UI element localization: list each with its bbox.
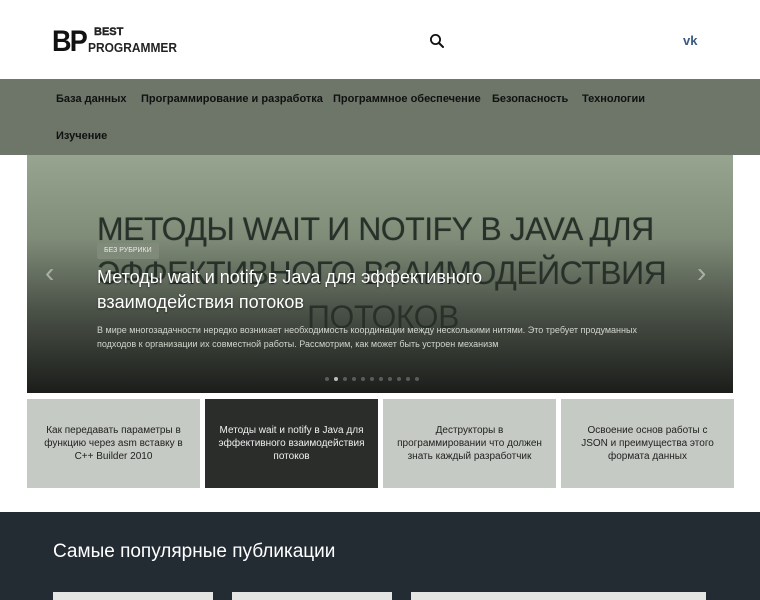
slide-excerpt: В мире многозадачности нередко возникает… — [97, 325, 637, 349]
site-header: BP BEST PROGRAMMER vk — [0, 0, 760, 79]
logo-best-text: BEST — [94, 26, 124, 38]
nav-item-learning[interactable]: Изучение — [56, 130, 107, 142]
nav-item-programming[interactable]: Программирование и разработка — [141, 93, 323, 105]
slider-dot[interactable] — [415, 377, 419, 381]
popular-section-title: Самые популярные публикации — [53, 541, 336, 562]
slider-dot[interactable] — [334, 377, 338, 381]
site-logo[interactable]: BP BEST PROGRAMMER — [52, 25, 178, 60]
popular-card[interactable] — [53, 592, 213, 600]
thumb-card[interactable]: Освоение основ работы с JSON и преимущес… — [561, 399, 734, 488]
thumb-card-title: Методы wait и notify в Java для эффектив… — [218, 425, 365, 462]
popular-card[interactable] — [232, 592, 392, 600]
slide-title[interactable]: Методы wait и notify в Java для эффектив… — [97, 265, 617, 315]
slider-dot[interactable] — [352, 377, 356, 381]
vk-icon[interactable]: vk — [683, 33, 697, 48]
thumb-card-title: Освоение основ работы с JSON и преимущес… — [581, 425, 714, 462]
slider-dots — [325, 377, 419, 383]
slide-bg-title-line: МЕТОДЫ WAIT И NOTIFY В JAVA ДЛЯ — [97, 211, 654, 247]
slider-dot[interactable] — [325, 377, 329, 381]
nav-item-technologies[interactable]: Технологии — [582, 93, 645, 105]
nav-item-software[interactable]: Программное обеспечение — [333, 93, 481, 105]
slider-dot[interactable] — [343, 377, 347, 381]
thumb-card-title: Как передавать параметры в функцию через… — [44, 425, 183, 462]
main-nav: База данных Программирование и разработк… — [0, 79, 760, 155]
thumb-card[interactable]: Как передавать параметры в функцию через… — [27, 399, 200, 488]
slider-dot[interactable] — [406, 377, 410, 381]
search-icon[interactable] — [429, 33, 445, 49]
slider-next-arrow[interactable]: › — [697, 259, 706, 287]
logo-programmer-text: PROGRAMMER — [88, 40, 178, 55]
nav-item-databases[interactable]: База данных — [56, 93, 127, 105]
thumb-card[interactable]: Деструкторы в программировании что долже… — [383, 399, 556, 488]
slider-dot[interactable] — [379, 377, 383, 381]
slider-dot[interactable] — [370, 377, 374, 381]
thumb-card-title: Деструкторы в программировании что долже… — [397, 425, 542, 462]
category-badge[interactable]: Без рубрики — [97, 243, 159, 259]
logo-bp-text: BP — [52, 25, 88, 58]
slider-dot[interactable] — [361, 377, 365, 381]
popular-card[interactable] — [546, 592, 706, 600]
slider-prev-arrow[interactable]: ‹ — [45, 259, 54, 287]
popular-section: Самые популярные публикации — [0, 512, 760, 600]
slider-dot[interactable] — [388, 377, 392, 381]
slider-dot[interactable] — [397, 377, 401, 381]
featured-slider[interactable]: МЕТОДЫ WAIT И NOTIFY В JAVA ДЛЯ ЭФФЕКТИВ… — [27, 155, 733, 393]
thumb-card-active[interactable]: Методы wait и notify в Java для эффектив… — [205, 399, 378, 488]
nav-item-security[interactable]: Безопасность — [492, 93, 568, 105]
